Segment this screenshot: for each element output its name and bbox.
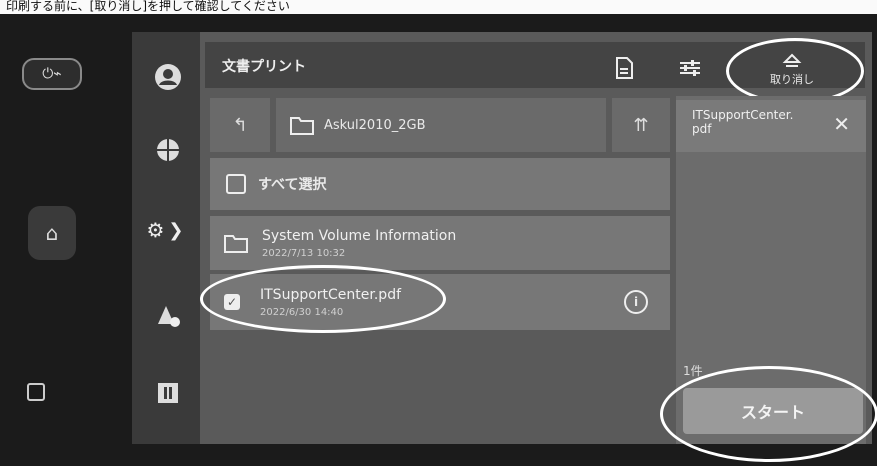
back-arrow-icon: ↰ <box>232 114 248 136</box>
document-icon <box>616 57 633 79</box>
file-name: System Volume Information <box>262 227 457 244</box>
start-button[interactable]: スタート <box>683 388 863 434</box>
settings-sliders-icon <box>680 60 700 76</box>
globe-icon <box>157 139 179 161</box>
pause-icon <box>158 383 178 403</box>
pause-button[interactable] <box>153 378 183 408</box>
document-button[interactable] <box>612 56 636 80</box>
selected-file-name: ITSupportCenter. pdf <box>692 108 794 136</box>
check-icon <box>226 174 246 194</box>
page-title: 文書プリント <box>222 59 306 75</box>
selected-count: 1件 <box>683 364 703 378</box>
folder-name: Askul2010_2GB <box>324 117 426 133</box>
apps-button[interactable] <box>153 300 183 330</box>
file-date: 2022/7/13 10:32 <box>262 247 346 259</box>
folder-path[interactable]: Askul2010_2GB <box>276 98 606 152</box>
check-icon: ✓ <box>224 294 240 310</box>
settings-button[interactable]: ⚙ ❯ <box>146 215 184 245</box>
folder-icon <box>224 235 248 253</box>
settings-sliders-button[interactable] <box>678 56 702 80</box>
upload-icon: ⇈ <box>633 114 649 136</box>
power-icon: ⏻⌁ <box>42 66 62 82</box>
gear-icon: ⚙ <box>146 218 165 242</box>
select-all-label: すべて選択 <box>258 177 327 193</box>
home-button[interactable]: ⌂ <box>28 206 76 260</box>
nfc-icon <box>27 383 45 401</box>
power-button[interactable]: ⏻⌁ <box>22 58 82 90</box>
home-icon: ⌂ <box>45 221 59 245</box>
reset-icon <box>782 53 802 67</box>
file-name: ITSupportCenter.pdf <box>260 286 402 303</box>
globe-button[interactable] <box>153 135 183 165</box>
folder-icon <box>290 117 314 135</box>
apps-icon <box>158 306 180 327</box>
user-icon <box>155 64 181 90</box>
selected-file-chip[interactable]: ITSupportCenter. pdf ✕ <box>676 100 866 152</box>
user-button[interactable] <box>153 62 183 92</box>
nfc-button <box>26 382 46 402</box>
list-item[interactable]: ✓ ITSupportCenter.pdf 2022/6/30 14:40 i <box>210 274 670 330</box>
upload-button[interactable]: ⇈ <box>612 98 670 152</box>
reset-button[interactable]: 取り消し <box>742 44 842 96</box>
file-date: 2022/6/30 14:40 <box>260 306 344 318</box>
back-button[interactable]: ↰ <box>210 98 270 152</box>
reset-label: 取り消し <box>770 73 814 86</box>
list-item[interactable]: System Volume Information 2022/7/13 10:3… <box>210 216 670 270</box>
select-all-button[interactable]: すべて選択 <box>210 158 670 210</box>
caption-text: 印刷する前に、[取り消し]を押して確認してください <box>0 0 877 14</box>
chevron-right-icon: ❯ <box>168 219 184 241</box>
info-icon[interactable]: i <box>624 290 648 314</box>
close-icon[interactable]: ✕ <box>833 112 850 136</box>
